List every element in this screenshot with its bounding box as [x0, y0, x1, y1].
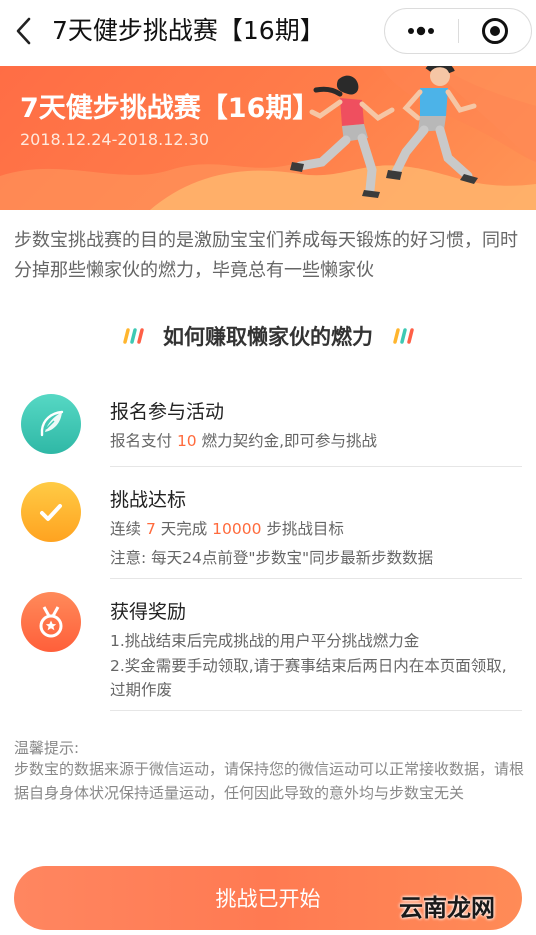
divider — [110, 578, 522, 579]
section-title: 如何赚取懒家伙的燃力 — [163, 325, 373, 349]
step-note: 注意: 每天24点前登"步数宝"同步最新步数数据 — [110, 549, 434, 567]
highlight-value: 10000 — [212, 520, 262, 538]
close-button[interactable] — [459, 9, 532, 53]
medal-icon — [39, 606, 63, 638]
banner-date-range: 2018.12.24-2018.12.30 — [20, 130, 209, 149]
section-heading: 如何赚取懒家伙的燃力 — [0, 316, 536, 356]
highlight-value: 10 — [176, 432, 197, 450]
tips-label: 温馨提示: — [14, 739, 80, 757]
chevron-left-icon — [16, 17, 31, 45]
step-icon-badge — [21, 592, 81, 652]
back-button[interactable] — [8, 14, 38, 48]
step-description: 报名支付 10 燃力契约金,即可参与挑战 — [110, 429, 377, 451]
text-segment: 步挑战目标 — [261, 520, 344, 538]
step-signup: 报名参与活动 报名支付 10 燃力契约金,即可参与挑战 — [0, 380, 536, 470]
decor-stripes-icon — [393, 328, 414, 344]
highlight-value: 7 — [145, 520, 156, 538]
page-title: 7天健步挑战赛【16期】 — [52, 16, 325, 45]
challenge-banner: 7天健步挑战赛【16期】 2018.12.24-2018.12.30 — [0, 66, 536, 210]
feather-icon — [40, 410, 64, 437]
step-icon-badge — [21, 482, 81, 542]
intro-text: 步数宝挑战赛的目的是激励宝宝们养成每天锻炼的好习惯，同时分掉那些懒家伙的燃力，毕… — [14, 230, 518, 281]
step-note: 2.奖金需要手动领取,请于赛事结束后两日内在本页面领取,过期作废 — [110, 657, 507, 699]
divider — [110, 710, 522, 711]
cta-label: 挑战已开始 — [215, 887, 321, 911]
watermark-logo: 云南龙网 — [399, 894, 495, 922]
nav-bar: 7天健步挑战赛【16期】 — [0, 0, 536, 62]
banner-title: 7天健步挑战赛【16期】 — [20, 93, 320, 124]
more-button[interactable] — [385, 9, 458, 53]
step-reward: 获得奖励 1.挑战结束后完成挑战的用户平分挑战燃力金 2.奖金需要手动领取,请于… — [0, 580, 536, 715]
step-goal: 挑战达标 连续 7 天完成 10000 步挑战目标 注意: 每天24点前登"步数… — [0, 470, 536, 580]
step-icon-badge — [21, 394, 81, 454]
mini-program-capsule — [384, 8, 532, 54]
text-segment: 报名支付 — [110, 432, 177, 450]
step-description: 1.挑战结束后完成挑战的用户平分挑战燃力金 — [110, 632, 420, 650]
decor-stripes-icon — [123, 328, 144, 344]
step-title: 挑战达标 — [110, 489, 187, 511]
target-close-icon — [481, 18, 508, 44]
text-segment: 连续 — [110, 520, 146, 538]
checkmark-icon — [40, 504, 62, 521]
divider — [110, 466, 522, 467]
step-title: 报名参与活动 — [110, 401, 225, 423]
text-segment: 燃力契约金,即可参与挑战 — [196, 432, 378, 450]
more-dots-icon — [408, 26, 435, 36]
text-segment: 天完成 — [155, 520, 213, 538]
step-title: 获得奖励 — [110, 601, 187, 623]
step-description: 连续 7 天完成 10000 步挑战目标 — [110, 517, 344, 539]
tips-body: 步数宝的数据来源于微信运动，请保持您的微信运动可以正常接收数据，请根据自身身体状… — [14, 760, 525, 802]
